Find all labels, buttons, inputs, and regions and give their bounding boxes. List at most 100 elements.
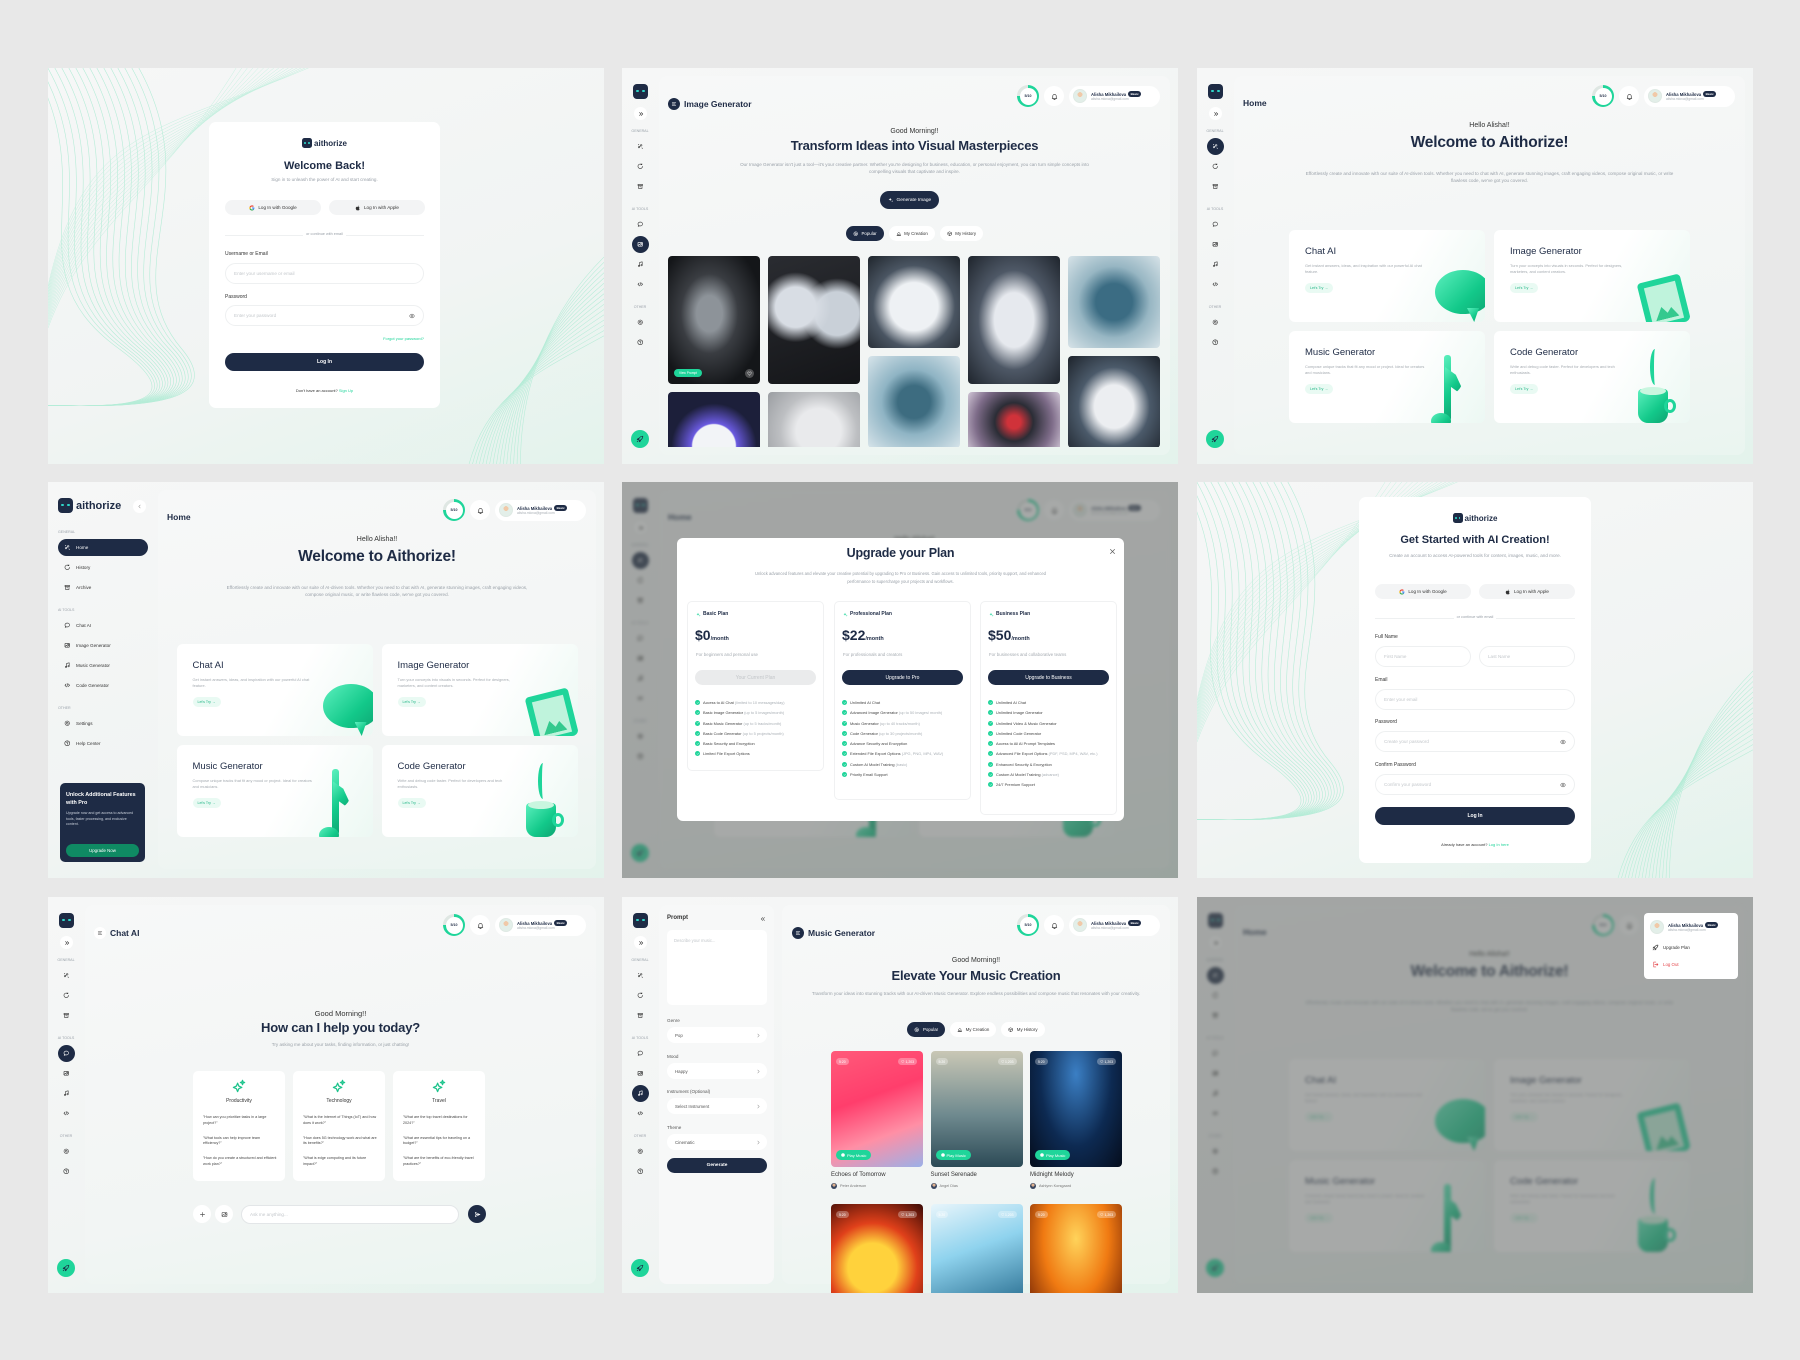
sidebar-item[interactable]: Code Generator bbox=[1197, 274, 1233, 294]
expand-sidebar-button[interactable] bbox=[634, 936, 647, 949]
tool-card[interactable]: Image Generator Turn your concepts into … bbox=[381, 644, 578, 736]
collapse-sidebar-button[interactable] bbox=[133, 500, 146, 513]
track-card[interactable]: 5:20 1,203 Play Music Echoes of Tomorrow… bbox=[831, 1051, 923, 1189]
sidebar-item[interactable]: Music Generator bbox=[58, 655, 148, 675]
plan-button[interactable]: Your Current Plan bbox=[695, 670, 816, 685]
track-card[interactable]: 5:20 1,203 bbox=[831, 1204, 923, 1293]
upgrade-plan-menu-item[interactable]: Upgrade Plan bbox=[1652, 944, 1690, 951]
apple-login-button[interactable]: Log In with Apple bbox=[1479, 584, 1575, 599]
user-menu-button[interactable]: Alisha MikhailovaBasic alisha.mlova@gmai… bbox=[1069, 85, 1160, 107]
lets-try-button[interactable]: Let's Try → bbox=[1305, 283, 1334, 293]
sidebar-item[interactable]: Help Center bbox=[58, 733, 148, 753]
notifications-button[interactable] bbox=[470, 500, 490, 520]
field-select[interactable]: Select Instrument bbox=[667, 1098, 767, 1114]
suggested-question[interactable]: "How does 5G technology work and what ar… bbox=[303, 1136, 377, 1147]
notifications-button[interactable] bbox=[470, 915, 490, 935]
sidebar-item[interactable]: Help Center bbox=[1197, 332, 1233, 352]
sidebar-item[interactable]: Music Generator bbox=[622, 254, 658, 274]
gallery-image[interactable] bbox=[868, 356, 960, 447]
gallery-image[interactable] bbox=[968, 256, 1060, 384]
sidebar-item[interactable]: Image Generator bbox=[1197, 234, 1233, 254]
track-likes[interactable]: 1,203 bbox=[1097, 1058, 1116, 1065]
sidebar-item[interactable]: Archive bbox=[1197, 176, 1233, 196]
add-attachment-button[interactable] bbox=[193, 1205, 211, 1223]
gallery-image[interactable] bbox=[768, 392, 860, 447]
play-music-button[interactable]: Play Music bbox=[935, 1150, 971, 1160]
play-music-button[interactable]: Play Music bbox=[1035, 1150, 1071, 1160]
gallery-image[interactable] bbox=[768, 256, 860, 384]
track-likes[interactable]: 1,203 bbox=[997, 1058, 1017, 1065]
user-menu-button[interactable]: Alisha MikhailovaBasic alisha.mlova@gmai… bbox=[1069, 914, 1160, 936]
forgot-password-link[interactable]: Forgot your password? bbox=[383, 336, 424, 341]
eye-icon[interactable] bbox=[1560, 782, 1566, 788]
password-input[interactable]: Enter your password bbox=[225, 305, 424, 326]
sidebar-item[interactable]: Code Generator bbox=[58, 675, 148, 695]
lets-try-button[interactable]: Let's Try → bbox=[1510, 384, 1539, 394]
play-music-button[interactable]: Play Music bbox=[836, 1150, 872, 1160]
music-tab[interactable]: Popular bbox=[907, 1022, 946, 1037]
lets-try-button[interactable]: Let's Try → bbox=[397, 798, 426, 808]
sidebar-item[interactable]: Chat AI bbox=[622, 214, 658, 234]
credits-ring[interactable]: 5/10 bbox=[1592, 85, 1614, 107]
lets-try-button[interactable]: Let's Try → bbox=[397, 697, 426, 707]
suggested-question[interactable]: "What tools can help improve team effici… bbox=[203, 1136, 277, 1147]
sidebar-item[interactable]: Image Generator bbox=[48, 1063, 84, 1083]
track-title[interactable]: Midnight Melody bbox=[1030, 1172, 1122, 1178]
login-link[interactable]: Log In here bbox=[1489, 842, 1509, 847]
gallery-image[interactable] bbox=[1068, 256, 1160, 348]
field-select[interactable]: Cinematic bbox=[667, 1134, 767, 1150]
confirm-password-input[interactable]: Confirm your password bbox=[1375, 774, 1575, 795]
user-menu-button[interactable]: Alisha MikhailovaBasic alisha.mlova@gmai… bbox=[1644, 85, 1735, 107]
sidebar-item[interactable]: Music Generator bbox=[1197, 254, 1233, 274]
sidebar-item[interactable]: Image Generator bbox=[58, 635, 148, 655]
suggested-question[interactable]: "What are the benefits of eco-friendly t… bbox=[403, 1156, 477, 1167]
lets-try-button[interactable]: Let's Try → bbox=[1510, 283, 1539, 293]
sidebar-item[interactable]: History bbox=[48, 985, 84, 1005]
notifications-button[interactable] bbox=[1044, 915, 1064, 935]
chat-input[interactable]: Ask me anything... bbox=[241, 1205, 459, 1224]
field-select[interactable]: Happy bbox=[667, 1063, 767, 1079]
credits-ring[interactable]: 5/10 bbox=[1017, 85, 1039, 107]
track-card[interactable]: 5:20 1,203 bbox=[1030, 1204, 1122, 1293]
sidebar-item[interactable]: Image Generator bbox=[622, 1063, 658, 1083]
track-cover[interactable]: 5:20 1,203 Play Music bbox=[1030, 1051, 1122, 1167]
gallery-image[interactable] bbox=[1068, 356, 1160, 447]
gallery-tab[interactable]: My Creation bbox=[888, 226, 935, 241]
tool-card[interactable]: Code Generator Write and debug code fast… bbox=[1494, 331, 1690, 423]
track-cover[interactable]: 5:20 1,203 bbox=[930, 1204, 1023, 1293]
aithorize-logo[interactable] bbox=[1208, 84, 1223, 99]
login-button[interactable]: Log In bbox=[225, 353, 424, 371]
gallery-tab[interactable]: My History bbox=[939, 226, 984, 241]
eye-icon[interactable] bbox=[409, 313, 415, 319]
sidebar-item[interactable]: Archive bbox=[58, 577, 148, 597]
sidebar-item[interactable]: History bbox=[622, 985, 658, 1005]
track-likes[interactable]: 1,203 bbox=[898, 1058, 917, 1065]
track-cover[interactable]: 5:20 1,203 Play Music bbox=[831, 1051, 923, 1167]
music-tab[interactable]: My Creation bbox=[950, 1022, 997, 1037]
user-menu-button[interactable]: Alisha MikhailovaBasic alisha.mlova@gmai… bbox=[495, 914, 586, 936]
upgrade-rocket-button[interactable] bbox=[631, 1259, 649, 1277]
sidebar-item[interactable]: Code Generator bbox=[48, 1103, 84, 1123]
sidebar-item[interactable]: History bbox=[622, 156, 658, 176]
sidebar-item[interactable]: Chat AI bbox=[58, 615, 148, 635]
google-login-button[interactable]: Log In with Google bbox=[225, 200, 321, 215]
credits-ring[interactable]: 5/10 bbox=[443, 499, 465, 521]
sidebar-item[interactable]: Home bbox=[622, 136, 658, 156]
lets-try-button[interactable]: Let's Try → bbox=[192, 798, 221, 808]
track-likes[interactable]: 1,203 bbox=[898, 1211, 917, 1218]
sidebar-item[interactable]: Settings bbox=[622, 1141, 658, 1161]
last-name-input[interactable]: Last Name bbox=[1479, 646, 1575, 667]
sidebar-item[interactable]: Home bbox=[622, 965, 658, 985]
sidebar-item[interactable]: Chat AI bbox=[1197, 214, 1233, 234]
sidebar-item[interactable]: Home bbox=[48, 965, 84, 985]
generate-music-button[interactable]: Generate bbox=[667, 1158, 767, 1173]
google-login-button[interactable]: Log In with Google bbox=[1375, 584, 1471, 599]
sidebar-item[interactable]: Help Center bbox=[48, 1161, 84, 1181]
sidebar-item[interactable]: Chat AI bbox=[622, 1043, 658, 1063]
music-description-textarea[interactable]: Describe your music... bbox=[667, 930, 767, 1005]
sidebar-item[interactable]: Help Center bbox=[622, 332, 658, 352]
send-button[interactable] bbox=[468, 1205, 486, 1223]
sidebar-item[interactable]: Code Generator bbox=[622, 1103, 658, 1123]
signup-submit-button[interactable]: Log In bbox=[1375, 807, 1575, 825]
tool-card[interactable]: Music Generator Compose unique tracks th… bbox=[1289, 331, 1485, 423]
